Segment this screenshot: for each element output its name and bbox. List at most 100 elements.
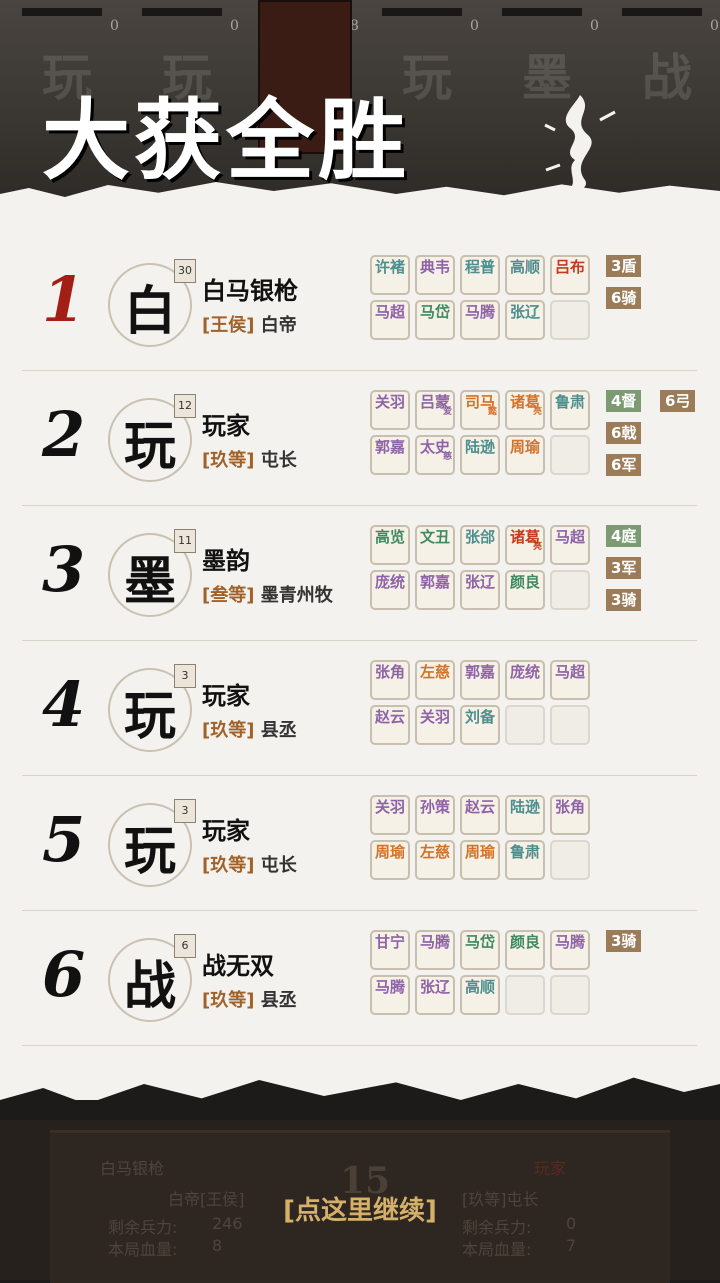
general-card[interactable]: 甘宁 (370, 930, 410, 970)
general-card[interactable]: 许褚 (370, 255, 410, 295)
general-card[interactable]: 左慈 (415, 660, 455, 700)
general-card[interactable]: 张郃 (460, 525, 500, 565)
avatar[interactable]: 白 30 (108, 259, 196, 347)
player-row: 2 玩 12 玩家 [玖等] 屯长 关羽 吕蒙爱司马懿诸葛亮鲁肃 郭嘉 太史慈陆逊 周瑜 4督 6弓 6… (22, 370, 697, 506)
general-card[interactable]: 马超 (370, 300, 410, 340)
general-card[interactable]: 马腾 (550, 930, 590, 970)
general-card[interactable]: 吕布 (550, 255, 590, 295)
general-card[interactable]: 司马懿 (460, 390, 500, 430)
general-card[interactable]: 张辽 (415, 975, 455, 1015)
general-name: 鲁肃 (509, 843, 540, 861)
avatar[interactable]: 墨 11 (108, 529, 196, 617)
general-name: 周瑜 (509, 438, 540, 456)
general-card[interactable]: 关羽 (370, 795, 410, 835)
general-card[interactable]: 关羽 (415, 705, 455, 745)
general-card[interactable]: 程普 (460, 255, 500, 295)
player-name: 玩家 (202, 412, 250, 440)
player-row: 1 白 30 白马银枪 [王侯] 白帝 许褚 典韦 程普 高顺 吕布 马超 马岱 马腾 张辽 3盾 6骑 (22, 235, 697, 371)
player-name: 白马银枪 (202, 277, 298, 305)
general-name: 张辽 (464, 573, 495, 591)
general-name: 孙策 (419, 798, 450, 816)
general-name: 左慈 (419, 843, 450, 861)
general-name: 许褚 (374, 258, 405, 276)
general-card[interactable]: 张辽 (460, 570, 500, 610)
general-card[interactable]: 高览 (370, 525, 410, 565)
ink-dragon-icon (544, 95, 616, 192)
general-card[interactable]: 高顺 (460, 975, 500, 1015)
general-name: 甘宁 (374, 933, 405, 951)
general-card[interactable]: 文丑 (415, 525, 455, 565)
general-card[interactable]: 太史慈 (415, 435, 455, 475)
bonus-tag: 4督 (606, 390, 642, 412)
avatar[interactable]: 玩 12 (108, 394, 196, 482)
footer-right-hp-label: 本局血量: (462, 1240, 532, 1259)
player-row: 6 战 6 战无双 [玖等] 县丞 甘宁 马腾 马岱 颜良 马腾 马腾 张辽 高顺 3骑 (22, 910, 697, 1046)
general-card[interactable]: 张辽 (505, 300, 545, 340)
general-card[interactable]: 马腾 (370, 975, 410, 1015)
general-name: 马腾 (419, 933, 450, 951)
general-card[interactable]: 庞统 (505, 660, 545, 700)
avatar[interactable]: 玩3 (108, 664, 196, 752)
general-card[interactable]: 赵云 (460, 795, 500, 835)
office-title: 县丞 (260, 990, 297, 1011)
office-title: 墨青州牧 (260, 585, 333, 606)
bonus-tags: 4庭 3军 3骑 (606, 525, 706, 635)
general-card[interactable]: 颜良 (505, 570, 545, 610)
general-card[interactable]: 马岱 (415, 300, 455, 340)
general-card[interactable]: 马岱 (460, 930, 500, 970)
general-card[interactable]: 吕蒙爱 (415, 390, 455, 430)
seat-bar-line (142, 8, 222, 16)
general-card[interactable]: 高顺 (505, 255, 545, 295)
general-card[interactable]: 郭嘉 (415, 570, 455, 610)
general-card[interactable]: 典韦 (415, 255, 455, 295)
general-card[interactable]: 庞统 (370, 570, 410, 610)
general-card[interactable]: 陆逊 (460, 435, 500, 475)
general-name: 关羽 (374, 393, 405, 411)
level-badge: 3 (174, 664, 196, 688)
general-card[interactable]: 颜良 (505, 930, 545, 970)
seat-char: 战 (642, 48, 692, 107)
general-name: 张角 (554, 798, 585, 816)
general-card[interactable]: 鲁肃 (505, 840, 545, 880)
general-card[interactable]: 张角 (550, 795, 590, 835)
general-name: 张辽 (419, 978, 450, 996)
seat-count: 0 (710, 18, 719, 34)
general-card[interactable]: 诸葛亮 (505, 390, 545, 430)
general-card[interactable]: 孙策 (415, 795, 455, 835)
general-card[interactable]: 诸葛亮 (505, 525, 545, 565)
empty-card-slot (550, 975, 590, 1015)
avatar[interactable]: 战6 (108, 934, 196, 1022)
continue-button[interactable]: [点这里继续] (0, 1190, 720, 1227)
player-row: 3 墨 11 墨韵 [叁等] 墨青州牧 高览 文丑 张郃 诸葛亮马超 庞统 郭嘉 张辽 颜良 4庭 3军 3骑 (22, 505, 697, 641)
general-name: 关羽 (374, 798, 405, 816)
general-card[interactable]: 陆逊 (505, 795, 545, 835)
general-card[interactable]: 刘备 (460, 705, 500, 745)
general-card[interactable]: 马腾 (460, 300, 500, 340)
general-card[interactable]: 鲁肃 (550, 390, 590, 430)
level-badge: 12 (174, 394, 196, 418)
general-card[interactable]: 马超 (550, 525, 590, 565)
general-name: 张辽 (509, 303, 540, 321)
rank-number: 6 (42, 938, 86, 1011)
general-name: 左慈 (419, 663, 450, 681)
general-name: 程普 (464, 258, 495, 276)
general-suffix: 慈 (442, 452, 452, 462)
general-card[interactable]: 关羽 (370, 390, 410, 430)
general-card[interactable]: 马腾 (415, 930, 455, 970)
general-card[interactable]: 张角 (370, 660, 410, 700)
general-card[interactable]: 周瑜 (460, 840, 500, 880)
general-name: 关羽 (419, 708, 450, 726)
general-card[interactable]: 郭嘉 (460, 660, 500, 700)
general-card[interactable]: 周瑜 (505, 435, 545, 475)
general-name: 郭嘉 (464, 663, 495, 681)
general-card[interactable]: 马超 (550, 660, 590, 700)
general-card[interactable]: 赵云 (370, 705, 410, 745)
player-title: [叁等] 墨青州牧 (202, 581, 333, 607)
empty-card-slot (550, 840, 590, 880)
empty-card-slot (550, 435, 590, 475)
general-card[interactable]: 郭嘉 (370, 435, 410, 475)
rank-title: [玖等] (202, 990, 255, 1011)
avatar[interactable]: 玩3 (108, 799, 196, 887)
general-card[interactable]: 左慈 (415, 840, 455, 880)
general-card[interactable]: 周瑜 (370, 840, 410, 880)
